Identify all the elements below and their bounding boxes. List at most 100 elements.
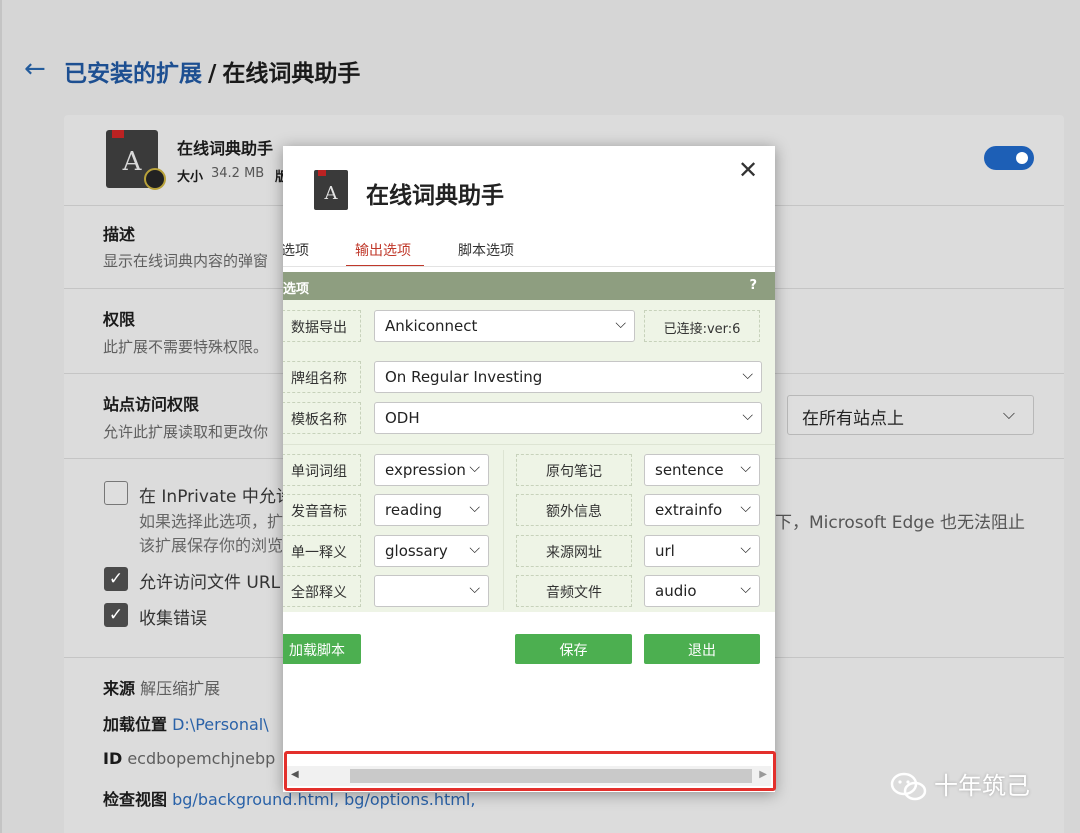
inspect-views-links[interactable]: bg/background.html, bg/options.html, <box>172 790 475 809</box>
options-popup: A 在线词典助手 ✕ 选项 输出选项 脚本选项 选项? 数据导出 Ankicon… <box>283 146 775 792</box>
field-select-sentence[interactable]: sentence ⌵ <box>644 454 760 486</box>
export-label: 数据导出 <box>283 310 361 342</box>
panel-header: 选项? <box>283 272 775 300</box>
field-label-url: 来源网址 <box>516 535 632 567</box>
field-value-sentence: sentence <box>655 461 724 479</box>
section-divider <box>283 444 775 445</box>
site-access-text: 允许此扩展读取和更改你 <box>103 423 269 441</box>
toggle-knob <box>1016 152 1028 164</box>
options-tabs: 选项 输出选项 脚本选项 <box>283 240 775 266</box>
site-access-value: 在所有站点上 <box>802 409 904 429</box>
breadcrumb-current: 在线词典助手 <box>222 61 361 87</box>
model-select[interactable]: ODH ⌵ <box>374 402 762 434</box>
chevron-down-icon: ⌵ <box>742 408 753 424</box>
field-select-reading[interactable]: reading ⌵ <box>374 494 489 526</box>
close-icon[interactable]: ✕ <box>738 156 758 184</box>
back-arrow-icon[interactable]: ← <box>24 54 46 84</box>
chevron-down-icon: ⌵ <box>615 316 626 332</box>
tab-script-options[interactable]: 脚本选项 <box>458 240 514 260</box>
collect-errors-label: 收集错误 <box>139 609 207 629</box>
save-button[interactable]: 保存 <box>515 634 632 664</box>
chevron-down-icon: ⌵ <box>740 500 751 516</box>
left-edge <box>0 0 2 833</box>
extension-name: 在线词典助手 <box>177 139 274 158</box>
export-value: Ankiconnect <box>385 317 478 335</box>
reload-script-button[interactable]: 加载脚本 <box>283 634 361 664</box>
field-value-extrainfo: extrainfo <box>655 501 723 519</box>
tab-output-options[interactable]: 输出选项 <box>355 240 411 260</box>
site-access-select[interactable]: 在所有站点上 ⌵ <box>787 395 1034 435</box>
description-text: 显示在线词典内容的弹窗 <box>103 252 269 270</box>
size-value: 34.2 MB <box>211 166 265 181</box>
chevron-down-icon: ⌵ <box>469 460 480 476</box>
tab-general-options[interactable]: 选项 <box>283 240 309 260</box>
highlight-box <box>284 751 776 791</box>
chevron-down-icon: ⌵ <box>469 500 480 516</box>
watermark: 十年筑己 <box>890 766 1030 802</box>
extension-enable-toggle[interactable] <box>984 146 1034 170</box>
chevron-down-icon: ⌵ <box>740 460 751 476</box>
dictionary-app-icon: A <box>314 170 348 210</box>
breadcrumb: 已安装的扩展 / 在线词典助手 <box>64 54 360 88</box>
popup-title: 在线词典助手 <box>366 183 504 209</box>
tabs-divider <box>283 266 775 267</box>
inspect-views-label: 检查视图 <box>103 790 168 809</box>
file-url-label: 允许访问文件 URL <box>139 573 281 593</box>
field-value-reading: reading <box>385 501 442 519</box>
watermark-text: 十年筑己 <box>934 772 1030 800</box>
chevron-down-icon: ⌵ <box>740 581 751 597</box>
chevron-down-icon: ⌵ <box>469 541 480 557</box>
exit-button[interactable]: 退出 <box>644 634 760 664</box>
field-select-extrainfo[interactable]: extrainfo ⌵ <box>644 494 760 526</box>
field-label-all-glossary: 全部释义 <box>283 575 361 607</box>
source-row: 来源 解压缩扩展 <box>103 675 220 699</box>
permissions-text: 此扩展不需要特殊权限。 <box>103 338 269 356</box>
field-label-extrainfo: 额外信息 <box>516 494 632 526</box>
field-label-reading: 发音音标 <box>283 494 361 526</box>
size-label: 大小 <box>177 170 204 185</box>
field-label-audio: 音频文件 <box>516 575 632 607</box>
column-divider <box>503 450 504 610</box>
inprivate-checkbox[interactable] <box>104 481 128 505</box>
id-label: ID <box>103 749 123 768</box>
file-url-checkbox[interactable]: ✓ <box>104 567 128 591</box>
inprivate-label: 在 InPrivate 中允许 <box>139 487 293 507</box>
export-select[interactable]: Ankiconnect ⌵ <box>374 310 635 342</box>
permissions-title: 权限 <box>103 310 136 329</box>
field-select-all-glossary[interactable]: ⌵ <box>374 575 489 607</box>
field-value-url: url <box>655 542 675 560</box>
deck-label: 牌组名称 <box>283 361 361 393</box>
site-access-title: 站点访问权限 <box>103 395 200 414</box>
help-icon[interactable]: ? <box>749 278 757 293</box>
load-location-row: 加载位置 D:\Personal\ <box>103 711 269 735</box>
breadcrumb-installed-extensions[interactable]: 已安装的扩展 <box>64 61 202 87</box>
breadcrumb-separator: / <box>208 61 217 87</box>
id-value: ecdbopemchjnebp <box>127 749 276 768</box>
collect-errors-checkbox[interactable]: ✓ <box>104 603 128 627</box>
field-select-url[interactable]: url ⌵ <box>644 535 760 567</box>
deck-select[interactable]: On Regular Investing ⌵ <box>374 361 762 393</box>
chevron-down-icon: ⌵ <box>740 541 751 557</box>
field-label-sentence: 原句笔记 <box>516 454 632 486</box>
chevron-down-icon: ⌵ <box>469 581 480 597</box>
field-select-expression[interactable]: expression ⌵ <box>374 454 489 486</box>
field-select-audio[interactable]: audio ⌵ <box>644 575 760 607</box>
source-label: 来源 <box>103 679 136 698</box>
model-value: ODH <box>385 409 420 427</box>
inprivate-desc-right: 下，Microsoft Edge 也无法阻止 <box>775 513 1025 533</box>
deck-value: On Regular Investing <box>385 368 543 386</box>
load-location-label: 加载位置 <box>103 715 168 734</box>
panel-title: 选项 <box>283 282 310 297</box>
field-value-expression: expression <box>385 461 466 479</box>
field-label-expression: 单词词组 <box>283 454 361 486</box>
inprivate-desc-1: 如果选择此选项，扩 <box>139 512 284 531</box>
field-label-glossary: 单一释义 <box>283 535 361 567</box>
chevron-down-icon: ⌵ <box>742 367 753 383</box>
field-value-audio: audio <box>655 582 697 600</box>
wechat-icon <box>890 772 927 801</box>
inprivate-desc-2: 该扩展保存你的浏览 <box>139 536 284 555</box>
load-location-link[interactable]: D:\Personal\ <box>172 715 269 734</box>
chevron-down-icon: ⌵ <box>1002 404 1015 423</box>
field-select-glossary[interactable]: glossary ⌵ <box>374 535 489 567</box>
connection-status: 已连接:ver:6 <box>644 310 760 342</box>
